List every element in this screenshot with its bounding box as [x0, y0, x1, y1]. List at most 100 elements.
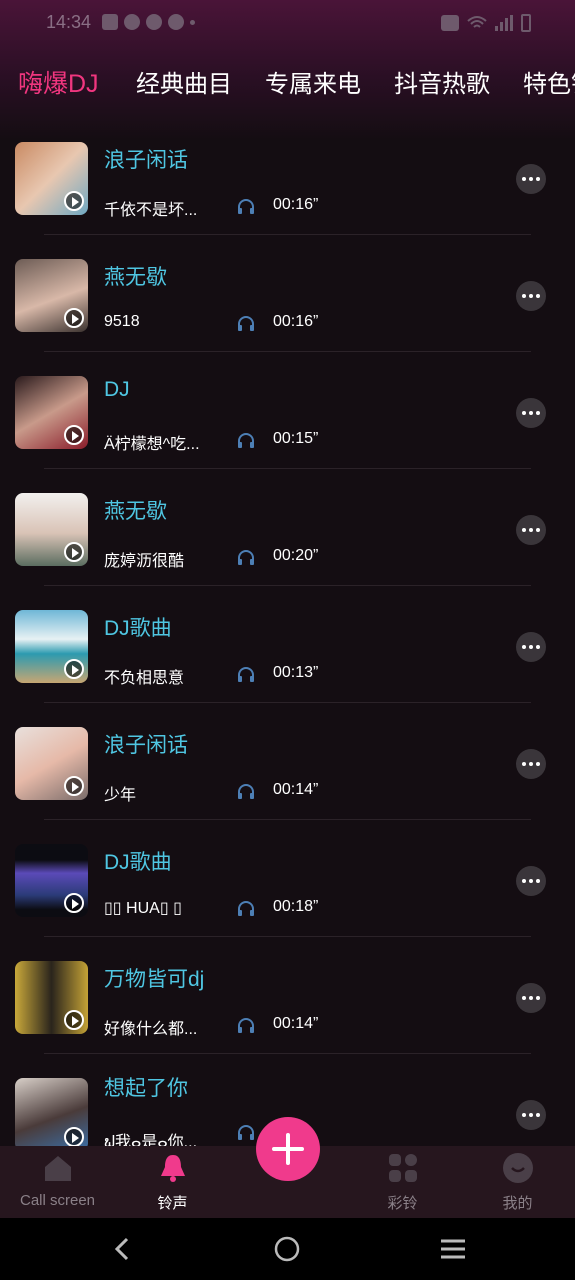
song-artist: ▯▯ HUA▯ ▯: [104, 900, 182, 917]
plus-icon: [272, 1133, 304, 1165]
gallery-icon: [102, 14, 118, 30]
more-button[interactable]: [516, 1100, 546, 1130]
app-notification-icon: [146, 14, 162, 30]
nav-color-ring[interactable]: 彩铃: [345, 1146, 460, 1218]
song-duration: 00:14”: [273, 781, 319, 798]
nav-mine[interactable]: 我的: [460, 1146, 575, 1218]
play-icon[interactable]: [64, 776, 84, 796]
song-thumbnail[interactable]: [15, 259, 88, 332]
song-thumbnail[interactable]: [15, 727, 88, 800]
list-item[interactable]: 燕无歇 9518 00:16”: [0, 235, 575, 352]
song-artist: Ä柠檬想^吃...: [104, 436, 200, 453]
nav-label: 我的: [502, 1195, 533, 1212]
song-thumbnail[interactable]: [15, 376, 88, 449]
headphones-icon: [238, 1125, 254, 1140]
recents-icon[interactable]: [439, 1237, 467, 1261]
song-thumbnail[interactable]: [15, 142, 88, 215]
list-item[interactable]: DJ Ä柠檬想^吃... 00:15”: [0, 352, 575, 469]
headphones-icon: [238, 667, 254, 682]
song-thumbnail[interactable]: [15, 961, 88, 1034]
headphones-icon: [238, 784, 254, 799]
more-button[interactable]: [516, 749, 546, 779]
play-icon[interactable]: [64, 425, 84, 445]
status-icons-left: [102, 14, 195, 30]
song-duration: 00:14”: [273, 1015, 319, 1032]
nav-label: Call screen: [19, 1192, 96, 1209]
song-thumbnail[interactable]: [15, 493, 88, 566]
status-icons-right: [441, 14, 531, 32]
song-title: 万物皆可dj: [104, 968, 205, 991]
headphones-icon: [238, 901, 254, 916]
more-notifications-icon: [190, 20, 195, 25]
song-artist: 9518: [104, 313, 140, 330]
song-artist: ຟ我ⴰ是ⴰ你...: [104, 1134, 198, 1148]
play-icon[interactable]: [64, 191, 84, 211]
add-ringtone-button[interactable]: [256, 1117, 320, 1181]
status-time: 14:34: [46, 12, 92, 32]
song-artist: 千依不是坏...: [104, 202, 198, 219]
play-icon[interactable]: [64, 893, 84, 913]
play-icon[interactable]: [64, 542, 84, 562]
profile-icon: [502, 1153, 533, 1183]
more-button[interactable]: [516, 632, 546, 662]
app-notification-icon: [124, 14, 140, 30]
more-button[interactable]: [516, 983, 546, 1013]
tab-classic-tracks[interactable]: 经典曲目: [136, 64, 232, 99]
battery-icon: [521, 14, 531, 32]
more-button[interactable]: [516, 866, 546, 896]
app-notification-icon: [168, 14, 184, 30]
list-item[interactable]: 万物皆可dj 好像什么都... 00:14”: [0, 937, 575, 1054]
more-button[interactable]: [516, 281, 546, 311]
more-button[interactable]: [516, 515, 546, 545]
tab-special-ringtones[interactable]: 特色铃: [523, 64, 575, 99]
nav-label: 彩铃: [387, 1195, 418, 1212]
song-thumbnail[interactable]: [15, 1078, 88, 1148]
apps-grid-icon: [388, 1154, 417, 1182]
song-title: 浪子闲话: [104, 149, 188, 172]
nav-label: 铃声: [157, 1195, 188, 1212]
home-icon: [44, 1156, 71, 1181]
song-title: 想起了你: [104, 1077, 188, 1100]
headphones-icon: [238, 199, 254, 214]
song-duration: 00:16”: [273, 196, 319, 213]
headphones-icon: [238, 1018, 254, 1033]
song-duration: 00:13”: [273, 664, 319, 681]
song-artist: 不负相思意: [104, 670, 185, 687]
song-thumbnail[interactable]: [15, 610, 88, 683]
tab-exclusive-call[interactable]: 专属来电: [265, 64, 361, 99]
nav-call-screen[interactable]: Call screen: [0, 1146, 115, 1218]
wifi-icon: [467, 16, 487, 28]
home-button-icon[interactable]: [274, 1236, 300, 1262]
more-button[interactable]: [516, 398, 546, 428]
song-thumbnail[interactable]: [15, 844, 88, 917]
song-duration: 00:18”: [273, 898, 319, 915]
song-artist: 好像什么都...: [104, 1021, 198, 1038]
nav-ringtones[interactable]: 铃声: [115, 1146, 230, 1218]
song-title: DJ: [104, 378, 130, 401]
headphones-icon: [238, 433, 254, 448]
category-tabs: 嗨爆DJ 经典曲目 专属来电 抖音热歌 特色铃: [0, 64, 575, 104]
song-title: 燕无歇: [104, 500, 167, 523]
list-item[interactable]: DJ歌曲 不负相思意 00:13”: [0, 586, 575, 703]
headphones-icon: [238, 550, 254, 565]
vibrate-icon: [441, 15, 459, 31]
tab-douyin-hits[interactable]: 抖音热歌: [394, 64, 490, 99]
headphones-icon: [238, 316, 254, 331]
song-duration: 00:16”: [273, 313, 319, 330]
song-artist: 庞婷沥很酷: [104, 553, 185, 570]
play-icon[interactable]: [64, 1127, 84, 1147]
play-icon[interactable]: [64, 308, 84, 328]
song-artist: 少年: [104, 787, 137, 804]
list-item[interactable]: 燕无歇 庞婷沥很酷 00:20”: [0, 469, 575, 586]
list-item[interactable]: DJ歌曲 ▯▯ HUA▯ ▯ 00:18”: [0, 820, 575, 937]
more-button[interactable]: [516, 164, 546, 194]
tab-haibao-dj[interactable]: 嗨爆DJ: [18, 64, 99, 100]
list-item[interactable]: 浪子闲话 千依不是坏... 00:16”: [0, 118, 575, 235]
play-icon[interactable]: [64, 659, 84, 679]
back-icon[interactable]: [110, 1236, 134, 1262]
song-title: DJ歌曲: [104, 617, 172, 640]
play-icon[interactable]: [64, 1010, 84, 1030]
status-bar: 14:34: [0, 0, 575, 46]
song-title: 浪子闲话: [104, 734, 188, 757]
list-item[interactable]: 浪子闲话 少年 00:14”: [0, 703, 575, 820]
